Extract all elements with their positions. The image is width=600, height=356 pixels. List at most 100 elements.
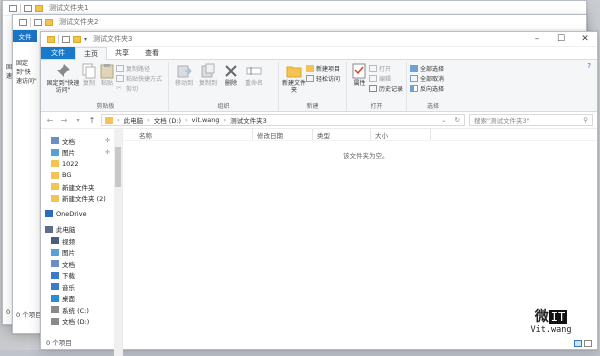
sidebar-item[interactable]: 视频 [41,235,122,247]
sidebar-item-label: 1022 [62,159,79,168]
folder-icon [51,237,59,245]
select-none-button[interactable]: 全部取消 [410,74,444,83]
history-button[interactable]: 历史记录 [368,84,403,93]
folder-icon [51,160,59,168]
select-all-button[interactable]: 全部选择 [410,64,444,73]
chevron-down-icon[interactable]: ⌄ [441,116,446,124]
group-label: 新建 [306,103,319,110]
large-icons-view-icon[interactable] [584,340,592,347]
window-title: 测试文件夹2 [59,18,99,26]
column-name[interactable]: 名称 [123,129,253,140]
search-input[interactable]: 搜索"测试文件夹3" ⚲ [469,114,593,126]
breadcrumb-item[interactable]: 此电脑 [124,115,144,125]
watermark-char: 微 [534,309,549,325]
tab-home[interactable]: 主页 [75,47,107,61]
sidebar-item[interactable]: 1022 [41,158,122,170]
sidebar-item[interactable]: OneDrive [41,208,122,220]
breadcrumb-item[interactable]: vit.wang [192,116,220,124]
select-none-label: 全部取消 [420,76,445,83]
group-label: 选择 [426,103,439,110]
copy-to-icon [201,63,215,78]
sidebar-item[interactable]: 此电脑 [41,224,122,236]
up-arrow-icon[interactable]: ↑ [87,116,97,125]
forward-arrow-icon[interactable]: → [59,116,69,125]
folder-icon [51,194,59,202]
app-icon [19,18,27,26]
sidebar-item[interactable]: 系统 (C:) [41,304,122,316]
properties-icon[interactable] [34,18,42,26]
rename-label: 重命名 [244,80,263,87]
column-type[interactable]: 类型 [313,129,371,140]
sidebar-item-label: 系统 (C:) [62,306,89,315]
title-bar[interactable]: ▾ 测试文件夹3 – ☐ ✕ [41,32,597,47]
back-arrow-icon[interactable]: ← [45,116,55,125]
pin-quick-access-partial[interactable]: 固定到"快 速访问" [13,59,41,86]
window-title: 测试文件夹3 [93,35,133,43]
sidebar-item[interactable]: 文档 [41,258,122,270]
tab-file[interactable]: 文件 [13,30,37,42]
sidebar-item[interactable]: 下载 [41,270,122,282]
folder-icon [51,137,59,145]
navigation-pane[interactable]: 文档 ✢ 图片 ✢ 1022 BG 新建文件夹 新建文件夹 (2) OneDrive 此电脑视频图… [41,129,123,356]
empty-folder-message: 该文件夹为空。 [343,152,389,160]
paste-shortcut-button[interactable]: 粘贴快捷方式 [116,74,162,83]
sidebar-item[interactable]: 文档 ✢ [41,135,122,147]
new-folder-icon[interactable] [73,35,81,43]
properties-icon[interactable] [24,4,32,12]
column-modified-date[interactable]: 修改日期 [253,129,313,140]
folder-icon [51,306,59,314]
watermark-text: Vit.wang [530,325,572,335]
maximize-button[interactable]: ☐ [549,32,573,46]
sidebar-item[interactable]: 文档 (D:) [41,316,122,328]
open-button[interactable]: 打开 [368,64,403,73]
title-bar[interactable]: 测试文件夹2 [13,15,586,30]
cut-button[interactable]: ✂ 剪切 [116,84,162,94]
explorer-window-main[interactable]: ▾ 测试文件夹3 – ☐ ✕ 文件 主页 共享 查看 固定到"快速访问" 复制 [40,31,598,356]
invert-selection-button[interactable]: 反向选择 [410,84,444,93]
properties-icon[interactable] [62,35,70,43]
new-folder-icon[interactable] [45,18,53,26]
recent-locations-icon[interactable]: ▾ [73,117,83,124]
refresh-icon[interactable]: ↻ [455,116,460,124]
close-button[interactable]: ✕ [573,32,597,46]
column-size[interactable]: 大小 [371,129,431,140]
sidebar-item[interactable]: BG [41,170,122,182]
sidebar-item-label: 文档 (D:) [62,318,90,327]
breadcrumb-item[interactable]: 文档 (D:) [154,115,181,125]
sidebar-item[interactable]: 桌面 [41,293,122,305]
select-all-icon [410,65,418,72]
sidebar-item[interactable]: 图片 [41,247,122,259]
watermark-logo: 微 IT Vit.wang [521,306,581,335]
minimize-button[interactable]: – [525,32,549,46]
edit-button[interactable]: 编辑 [368,74,403,83]
history-icon [368,85,377,92]
sidebar-item-label: 视频 [62,237,75,246]
copy-to-label: 复制到 [198,80,217,87]
customize-toolbar-icon[interactable]: ▾ [84,36,87,43]
folder-icon [51,317,59,325]
group-label: 打开 [370,103,383,110]
breadcrumb-item[interactable]: 测试文件夹3 [230,115,267,125]
sidebar-item-label: 此电脑 [56,226,76,235]
scroll-thumb[interactable] [115,147,121,187]
sidebar-item[interactable]: 新建文件夹 [41,181,122,193]
copy-path-button[interactable]: 复制路径 [116,64,162,73]
cut-label: 剪切 [126,86,139,93]
pin-icon [57,64,70,77]
scrollbar[interactable] [114,129,122,356]
pin-label: 速访问" [16,78,37,85]
new-item-button[interactable]: 新建项目 [306,64,340,73]
tab-file[interactable]: 文件 [41,47,75,59]
easy-access-button[interactable]: 轻松访问 [306,74,340,83]
sidebar-item[interactable]: 音乐 [41,281,122,293]
folder-icon [51,283,59,291]
sidebar-item[interactable]: 图片 ✢ [41,147,122,159]
copy-path-icon [116,65,124,72]
help-icon[interactable]: ? [587,62,591,70]
breadcrumb[interactable]: › 此电脑 › 文档 (D:) › vit.wang › 测试文件夹3 ⌄ ↻ [101,114,465,126]
details-view-icon[interactable] [574,340,582,347]
tab-view[interactable]: 查看 [137,47,167,59]
new-folder-icon[interactable] [35,4,43,12]
tab-share[interactable]: 共享 [107,47,137,59]
sidebar-item[interactable]: 新建文件夹 (2) [41,193,122,205]
